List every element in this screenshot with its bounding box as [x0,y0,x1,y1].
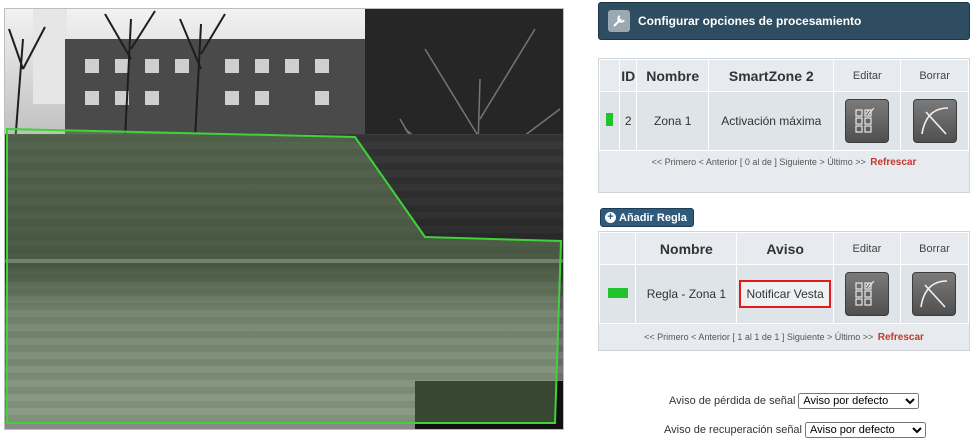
rules-col-name: Nombre [635,232,738,265]
zones-table: ID Nombre SmartZone 2 Editar Borrar 2 Zo… [598,59,969,151]
rules-col-notify: Aviso [736,232,834,265]
zone-id: 2 [619,91,638,151]
zone-name: Zona 1 [636,91,710,151]
signal-loss-select[interactable]: Aviso por defecto [798,393,920,409]
add-rule-label: Añadir Regla [619,211,687,224]
zones-refresh-link[interactable]: Refrescar [870,157,916,168]
wrench-icon [608,10,630,32]
rule-name: Regla - Zona 1 [635,264,738,324]
camera-view[interactable] [4,8,564,430]
add-rule-button[interactable]: + Añadir Regla [600,208,694,227]
rules-panel: Nombre Aviso Editar Borrar Regla - Zona … [598,231,970,351]
rules-col-edit: Editar [832,232,901,265]
rules-refresh-link[interactable]: Refrescar [878,332,924,343]
zones-col-edit: Editar [833,59,902,92]
signal-loss-row: Aviso de pérdida de señal Aviso por defe… [669,393,920,409]
delete-rule-button[interactable] [912,272,957,316]
zones-panel: ID Nombre SmartZone 2 Editar Borrar 2 Zo… [598,58,970,193]
signal-recovery-row: Aviso de recuperación señal Aviso por de… [664,422,926,438]
zones-pager-text[interactable]: << Primero < Anterior [ 0 al de ] Siguie… [652,157,866,167]
table-row[interactable]: 2 Zona 1 Activación máxima [598,91,969,151]
signal-loss-label: Aviso de pérdida de señal [669,395,796,407]
delete-curve-icon [920,280,948,308]
zones-pager: << Primero < Anterior [ 0 al de ] Siguie… [599,157,969,168]
thermal-image [5,9,563,429]
zones-col-delete: Borrar [900,59,969,92]
rules-pager-text[interactable]: << Primero < Anterior [ 1 al 1 de 1 ] Si… [644,332,873,342]
zones-col-marker [598,59,621,92]
config-header: Configurar opciones de procesamiento [598,2,970,40]
delete-curve-icon [920,107,948,135]
rules-table: Nombre Aviso Editar Borrar Regla - Zona … [598,232,970,324]
plus-icon: + [605,212,616,223]
rules-col-marker [598,232,637,265]
zones-header-row: ID Nombre SmartZone 2 Editar Borrar [598,59,969,92]
edit-rule-button[interactable] [844,272,889,316]
config-title: Configurar opciones de procesamiento [638,14,862,28]
edit-zone-button[interactable] [845,99,890,143]
signal-recovery-label: Aviso de recuperación señal [664,424,802,436]
rules-pager: << Primero < Anterior [ 1 al 1 de 1 ] Si… [599,332,969,343]
zone-smartzone: Activación máxima [708,91,835,151]
rule-color-marker [598,264,637,324]
zone-color-marker [598,91,621,151]
zones-col-smartzone: SmartZone 2 [708,59,835,92]
zones-col-name: Nombre [636,59,710,92]
delete-zone-button[interactable] [912,99,957,143]
rule-notify-value[interactable]: Notificar Vesta [739,280,831,308]
table-row[interactable]: Regla - Zona 1 Notificar Vesta [598,264,970,324]
edit-grid-icon [855,107,875,133]
zones-col-id: ID [619,59,638,92]
rules-header-row: Nombre Aviso Editar Borrar [598,232,970,265]
rules-col-delete: Borrar [899,232,970,265]
edit-grid-icon [855,280,875,306]
signal-recovery-select[interactable]: Aviso por defecto [805,422,926,438]
